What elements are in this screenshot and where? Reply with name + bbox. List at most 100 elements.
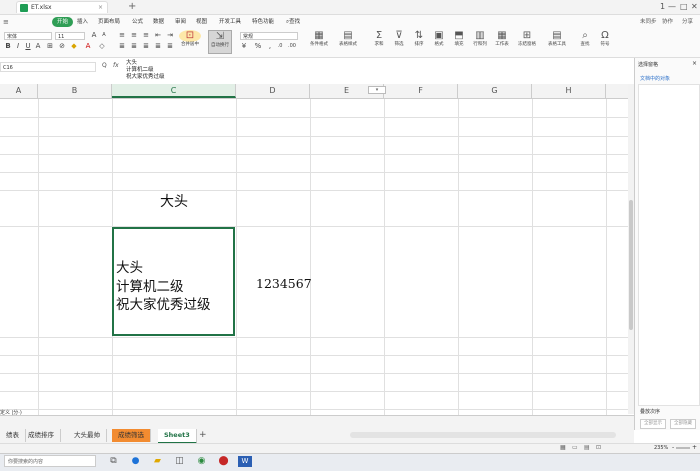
view-reading-icon[interactable]: ⊡ <box>596 443 601 453</box>
currency-icon[interactable]: ¥ <box>240 43 248 50</box>
conditional-format-button[interactable]: ▦ 条件格式 <box>308 30 330 52</box>
formula-content[interactable]: 大头 计算机二级 祝大家优秀过级 <box>126 60 165 81</box>
border-icon[interactable]: ⊞ <box>46 43 54 50</box>
sheet-tab-2[interactable]: 成绩排序 <box>22 429 61 442</box>
menu-review[interactable]: 审阅 <box>175 15 186 29</box>
fx-icon[interactable]: fx <box>113 62 119 69</box>
app-icon[interactable]: ◉ <box>196 456 207 467</box>
underline-icon[interactable]: U <box>24 43 32 50</box>
close-tab-icon[interactable]: × <box>98 2 103 14</box>
sheet-tab-3[interactable]: 大头最帅 <box>68 429 107 442</box>
task-view-icon[interactable]: ⧉ <box>108 456 119 467</box>
file-explorer-icon[interactable]: ▰ <box>152 456 163 467</box>
store-icon[interactable]: ◫ <box>174 456 185 467</box>
row-col-button[interactable]: ▥ 行和列 <box>469 30 491 52</box>
sheet-tab-5[interactable]: Sheet3 <box>158 429 197 444</box>
italic-icon[interactable]: I <box>14 43 22 50</box>
column-header-g[interactable]: G <box>458 84 532 98</box>
column-header-c[interactable]: C <box>112 84 236 98</box>
menu-page-layout[interactable]: 页面布局 <box>98 15 120 29</box>
menu-search[interactable]: ⌕查找 <box>286 15 300 29</box>
column-header-h[interactable]: H <box>532 84 606 98</box>
merge-center-button[interactable]: ⊡ 合并居中 <box>179 30 201 52</box>
objects-list[interactable] <box>638 84 700 406</box>
zoom-slider[interactable] <box>676 447 690 449</box>
cell-grid[interactable] <box>0 99 628 415</box>
align-left-icon[interactable]: ≣ <box>118 43 126 50</box>
table-style-button[interactable]: ▤ 表格样式 <box>337 30 359 52</box>
format-button[interactable]: ▣ 格式 <box>428 30 450 52</box>
filter-button[interactable]: ⊽ 筛选 <box>388 30 410 52</box>
pane-close-icon[interactable]: × <box>692 60 697 67</box>
align-top-icon[interactable]: ≡ <box>118 32 126 39</box>
menu-insert[interactable]: 插入 <box>77 15 88 29</box>
justify-icon[interactable]: ≣ <box>154 43 162 50</box>
name-box[interactable]: C16 <box>0 62 96 72</box>
hide-all-button[interactable]: 全部隐藏 <box>670 419 696 429</box>
add-sheet-button[interactable]: + <box>199 429 207 442</box>
sum-button[interactable]: Σ 求和 <box>368 30 390 52</box>
column-header-a[interactable]: A <box>0 84 38 98</box>
share-button[interactable]: 分享 <box>682 15 693 29</box>
menu-data[interactable]: 数据 <box>153 15 164 29</box>
format-painter-icon[interactable]: ⊘ <box>58 43 66 50</box>
taskbar-search[interactable]: 你要搜索的内容 <box>4 455 96 467</box>
filter-dropdown-icon[interactable]: ▾ <box>368 86 386 94</box>
increase-decimal-icon[interactable]: .0 <box>276 43 284 50</box>
find-button[interactable]: ⌕ 查找 <box>574 30 596 52</box>
font-grow-icon[interactable]: A <box>90 32 98 39</box>
sheet-tab-4[interactable]: 成绩筛选 <box>112 429 151 442</box>
font-color-icon[interactable]: A <box>84 43 92 50</box>
file-tab[interactable]: ET.xlsx × <box>16 1 108 13</box>
close-window-button[interactable]: ✕ <box>691 1 698 13</box>
wrap-text-button[interactable]: ⇲ 自动换行 <box>208 30 232 54</box>
strike-icon[interactable]: A <box>34 43 42 50</box>
column-header-d[interactable]: D <box>236 84 310 98</box>
fill-color-icon[interactable]: ◆ <box>70 43 78 50</box>
show-all-button[interactable]: 全部显示 <box>640 419 666 429</box>
column-header-f[interactable]: F <box>384 84 458 98</box>
minimize-button[interactable]: — <box>668 1 676 13</box>
align-center-icon[interactable]: ≣ <box>130 43 138 50</box>
view-page-break-icon[interactable]: ▤ <box>584 443 590 453</box>
zoom-formula-icon[interactable]: Q <box>102 62 107 69</box>
comma-icon[interactable]: , <box>266 43 274 50</box>
table-tools-button[interactable]: ▤ 表格工具 <box>546 30 568 52</box>
cell-d-value[interactable]: 1234567 <box>256 276 312 291</box>
vertical-scroll-thumb[interactable] <box>629 200 633 330</box>
cell-c-header[interactable]: 大头 <box>160 191 188 211</box>
menu-formulas[interactable]: 公式 <box>132 15 143 29</box>
collab-button[interactable]: 协作 <box>662 15 673 29</box>
new-tab-button[interactable]: + <box>128 1 136 13</box>
column-header-b[interactable]: B <box>38 84 112 98</box>
column-header-i[interactable] <box>606 84 628 98</box>
menu-home[interactable]: 开始 <box>52 17 74 27</box>
font-name-select[interactable]: 宋体 <box>4 32 52 40</box>
fill-button[interactable]: ⬒ 填充 <box>448 30 470 52</box>
zoom-out-button[interactable]: - <box>672 443 674 453</box>
align-bottom-icon[interactable]: ≡ <box>142 32 150 39</box>
indent-increase-icon[interactable]: ⇥ <box>166 32 174 39</box>
symbol-button[interactable]: Ω 符号 <box>594 30 616 52</box>
menu-developer[interactable]: 开发工具 <box>219 15 241 29</box>
menu-view[interactable]: 视图 <box>196 15 207 29</box>
font-size-select[interactable]: 11 <box>55 32 85 40</box>
zoom-in-button[interactable]: + <box>692 443 697 453</box>
percent-icon[interactable]: % <box>254 43 262 50</box>
worksheet-button[interactable]: ▦ 工作表 <box>491 30 513 52</box>
decrease-decimal-icon[interactable]: .00 <box>288 43 296 50</box>
horizontal-scrollbar[interactable] <box>350 432 616 438</box>
maximize-button[interactable]: □ <box>680 1 688 13</box>
view-normal-icon[interactable]: ▦ <box>560 443 566 453</box>
zoom-level[interactable]: 235% <box>654 443 668 453</box>
view-layout-icon[interactable]: ▭ <box>572 443 578 453</box>
number-format-select[interactable]: 常规 <box>240 32 298 40</box>
indent-decrease-icon[interactable]: ⇤ <box>154 32 162 39</box>
clear-icon[interactable]: ◇ <box>98 43 106 50</box>
bold-icon[interactable]: B <box>4 43 12 50</box>
edge-icon[interactable]: ● <box>130 456 141 467</box>
align-middle-icon[interactable]: ≡ <box>130 32 138 39</box>
align-right-icon[interactable]: ≣ <box>142 43 150 50</box>
freeze-panes-button[interactable]: ⊞ 冻结窗格 <box>516 30 538 52</box>
sort-button[interactable]: ⇅ 排序 <box>408 30 430 52</box>
